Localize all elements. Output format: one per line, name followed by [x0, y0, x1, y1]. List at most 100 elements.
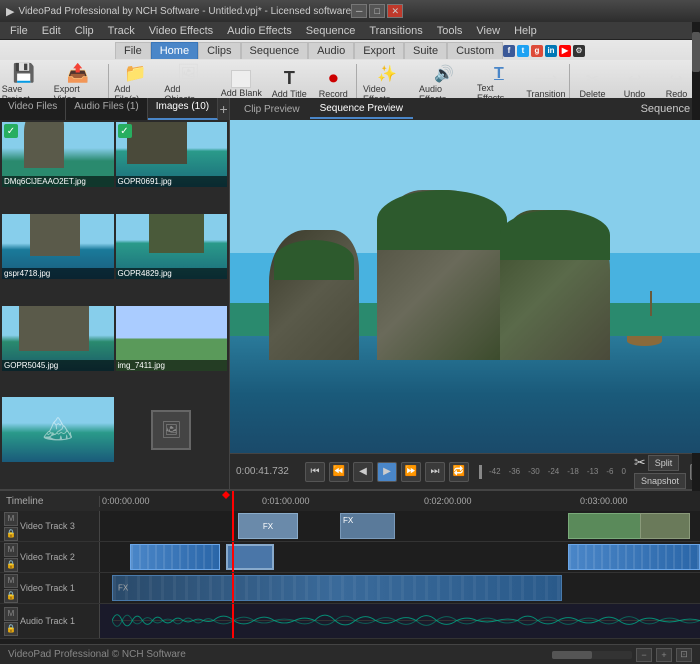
facebook-icon[interactable]: f — [503, 45, 515, 57]
track-content-video2[interactable] — [100, 542, 700, 572]
delete-button[interactable]: ✂ Delete — [572, 67, 614, 101]
track-mute-button[interactable]: M — [4, 543, 18, 557]
media-item[interactable]: GOPR5045.jpg — [2, 306, 114, 371]
menu-clip[interactable]: Clip — [69, 24, 100, 38]
clip-thumbnail — [131, 545, 219, 569]
track-mute-button[interactable]: M — [4, 574, 18, 588]
tab-suite[interactable]: Suite — [404, 42, 447, 59]
track-content-video1[interactable]: FX — [100, 573, 700, 603]
track-label-video3: Video Track 3 — [20, 521, 95, 531]
track-mute-button[interactable]: M — [4, 607, 18, 621]
tab-clip-preview[interactable]: Clip Preview — [234, 101, 310, 118]
menu-view[interactable]: View — [470, 24, 506, 38]
tab-clips[interactable]: Clips — [198, 42, 240, 59]
media-checkmark: ✓ — [4, 124, 18, 138]
track-mute-button[interactable]: M — [4, 512, 18, 526]
media-checkmark: ✓ — [118, 124, 132, 138]
menu-help[interactable]: Help — [508, 24, 543, 38]
split-snapshot-group: ✂ Split Snapshot — [634, 454, 686, 489]
ruler-time-3: 0:03:00.000 — [580, 496, 628, 506]
undo-button[interactable]: ↩ Undo — [614, 67, 656, 101]
add-media-button[interactable]: + — [218, 98, 229, 120]
tab-audio-files[interactable]: Audio Files (1) — [66, 98, 147, 120]
playhead-line — [232, 573, 234, 603]
media-item[interactable]: 🖼 — [116, 397, 228, 462]
menu-sequence[interactable]: Sequence — [300, 24, 362, 38]
track-content-audio1[interactable] — [100, 604, 700, 638]
google-icon[interactable]: g — [531, 45, 543, 57]
maximize-button[interactable]: □ — [369, 4, 385, 18]
tab-sequence[interactable]: Sequence — [241, 42, 309, 59]
preview-tabs: Clip Preview Sequence Preview Sequence 1… — [230, 98, 700, 120]
media-item[interactable]: img_7411.jpg — [116, 306, 228, 371]
zoom-out-button[interactable]: − — [636, 648, 652, 662]
track-content-video3[interactable]: FX FX — [100, 511, 700, 541]
add-blank-button[interactable]: Add Blank — [216, 68, 266, 100]
menu-file[interactable]: File — [4, 24, 34, 38]
scissors-icon[interactable]: ✂ — [634, 454, 646, 471]
media-item[interactable]: ✓ DMq6ClJEAAO2ET.jpg — [2, 122, 114, 187]
track-clip[interactable]: FX — [238, 513, 298, 539]
goto-end-button[interactable]: ⏭ — [425, 462, 445, 482]
goto-start-button[interactable]: ⏮ — [305, 462, 325, 482]
step-back-button[interactable]: ⏪ — [329, 462, 349, 482]
tab-export[interactable]: Export — [354, 42, 404, 59]
media-item[interactable]: ✓ GOPR0691.jpg — [116, 122, 228, 187]
tab-home[interactable]: Home — [151, 42, 198, 59]
transition-button[interactable]: ⟶ Transition — [525, 67, 567, 101]
tab-file[interactable]: File — [115, 42, 151, 59]
ruler-time-2: 0:02:00.000 — [424, 496, 472, 506]
linkedin-icon[interactable]: in — [545, 45, 557, 57]
track-clip[interactable] — [640, 513, 690, 539]
track-lock-button[interactable]: 🔒 — [4, 558, 18, 572]
tab-custom[interactable]: Custom — [447, 42, 503, 59]
media-item[interactable]: gspr4718.jpg — [2, 214, 114, 279]
thumbnail-rock — [127, 122, 187, 164]
play-button[interactable]: ▶ — [377, 462, 397, 482]
track-clip[interactable]: FX — [340, 513, 395, 539]
close-button[interactable]: ✕ — [387, 4, 403, 18]
scrollbar-thumb[interactable] — [692, 32, 700, 72]
add-blank-icon — [231, 70, 251, 88]
zoom-slider[interactable] — [552, 651, 632, 659]
track-controls-audio1: M 🔒 Audio Track 1 — [0, 604, 100, 638]
menu-tools[interactable]: Tools — [431, 24, 469, 38]
preview-title: Sequence 1 — [641, 103, 700, 115]
menu-edit[interactable]: Edit — [36, 24, 67, 38]
fit-button[interactable]: ⊡ — [676, 648, 692, 662]
zoom-in-button[interactable]: + — [656, 648, 672, 662]
loop-button[interactable]: 🔁 — [449, 462, 469, 482]
tab-video-files[interactable]: Video Files — [0, 98, 66, 120]
zoom-fill — [552, 651, 592, 659]
volume-thumb[interactable] — [479, 465, 482, 479]
menu-video-effects[interactable]: Video Effects — [143, 24, 219, 38]
thumbnail-rock — [30, 214, 80, 256]
tab-images[interactable]: Images (10) — [148, 98, 218, 120]
record-button[interactable]: ⏺ Record — [312, 66, 354, 101]
minimize-button[interactable]: ─ — [351, 4, 367, 18]
split-button[interactable]: Split — [648, 455, 680, 471]
twitter-icon[interactable]: t — [517, 45, 529, 57]
track-clip[interactable] — [568, 513, 648, 539]
media-item[interactable]: 🏔 — [2, 397, 114, 462]
add-title-button[interactable]: T Add Title — [266, 66, 312, 101]
track-label-video2: Video Track 2 — [20, 552, 95, 562]
redo-icon: ↪ — [670, 69, 683, 89]
play-back-button[interactable]: ◀ — [353, 462, 373, 482]
settings-icon[interactable]: ⚙ — [573, 45, 585, 57]
tab-sequence-preview[interactable]: Sequence Preview — [310, 100, 413, 119]
snapshot-button[interactable]: Snapshot — [634, 473, 686, 489]
menu-track[interactable]: Track — [102, 24, 141, 38]
step-fwd-button[interactable]: ⏩ — [401, 462, 421, 482]
tab-audio[interactable]: Audio — [308, 42, 354, 59]
menu-transitions[interactable]: Transitions — [363, 24, 428, 38]
track-lock-button[interactable]: 🔒 — [4, 527, 18, 541]
track-clip[interactable] — [568, 544, 700, 570]
track-clip-long[interactable]: FX — [112, 575, 562, 601]
track-clip[interactable] — [130, 544, 220, 570]
track-lock-button[interactable]: 🔒 — [4, 622, 18, 636]
menu-audio-effects[interactable]: Audio Effects — [221, 24, 298, 38]
media-item[interactable]: GOPR4829.jpg — [116, 214, 228, 279]
track-lock-button[interactable]: 🔒 — [4, 589, 18, 603]
youtube-icon[interactable]: ▶ — [559, 45, 571, 57]
